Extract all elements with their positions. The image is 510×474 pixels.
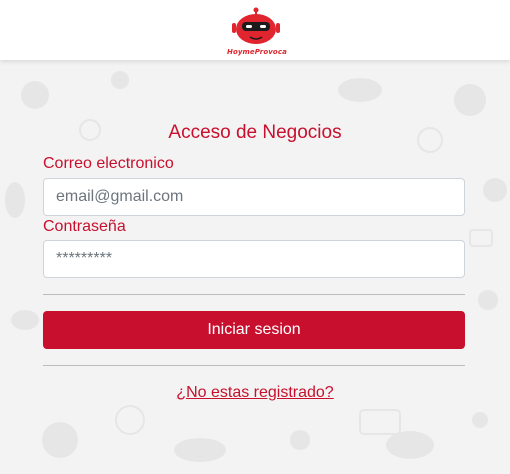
app-header: HoymeProvoca — [0, 0, 510, 60]
register-link[interactable]: ¿No estas registrado? — [0, 384, 510, 402]
email-label: Correo electronico — [43, 155, 174, 172]
form-title: Acceso de Negocios — [168, 122, 342, 143]
login-button[interactable]: Iniciar sesion — [43, 311, 465, 349]
background-pattern — [5, 71, 507, 462]
robot-icon — [232, 7, 280, 44]
password-field[interactable] — [43, 240, 465, 278]
brand-logo[interactable]: HoymeProvoca — [227, 7, 287, 59]
password-label: Contraseña — [43, 218, 126, 235]
email-field[interactable] — [43, 178, 465, 216]
divider — [43, 294, 465, 295]
logo-text: HoymeProvoca — [227, 48, 287, 56]
divider — [43, 365, 465, 366]
